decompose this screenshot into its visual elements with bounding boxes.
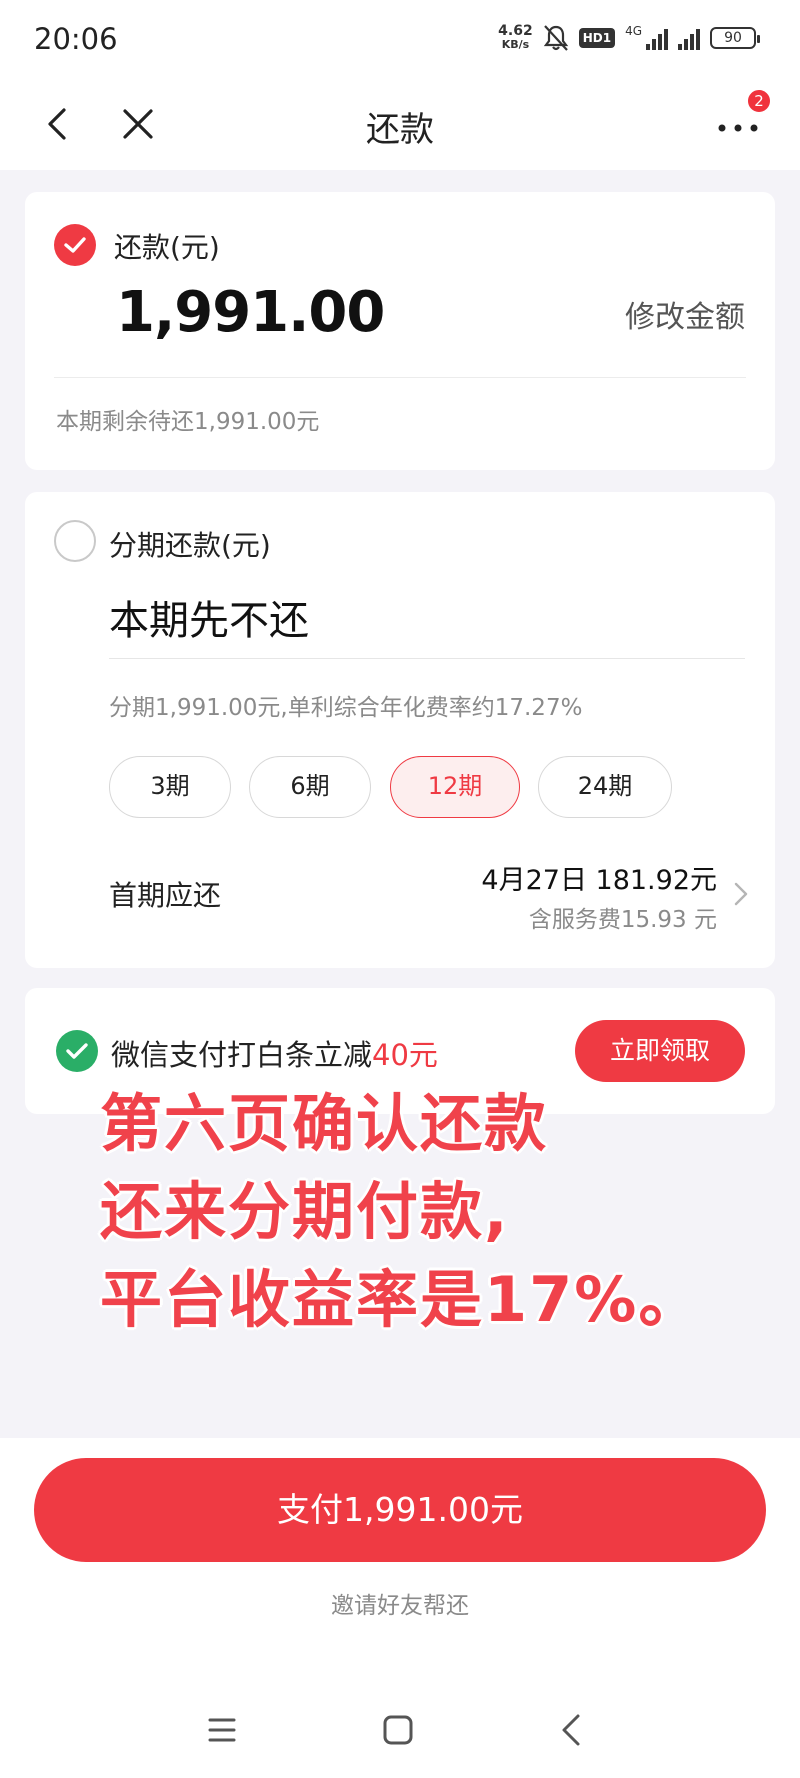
invite-friend-link[interactable]: 邀请好友帮还 (0, 1586, 800, 1620)
caption-line: 平台收益率是17%。 (100, 1263, 703, 1336)
check-icon (64, 237, 86, 253)
term-options: 3期 6期 12期 24期 (109, 756, 745, 818)
battery-icon: 90 (710, 27, 760, 49)
installment-label: 分期还款(元) (109, 529, 271, 562)
first-payment-label: 首期应还 (109, 879, 222, 912)
repay-amount: 1,991.00 (116, 280, 385, 345)
wechat-pay-icon (56, 1030, 98, 1072)
repay-radio-checked[interactable] (54, 224, 96, 266)
caption-line: 还来分期付款, (100, 1175, 510, 1248)
chevron-right-icon[interactable] (733, 880, 749, 908)
term-option-12-selected[interactable]: 12期 (390, 756, 520, 818)
modify-amount-link[interactable]: 修改金额 (625, 292, 745, 336)
system-back-icon[interactable] (552, 1710, 592, 1750)
service-fee-text: 含服务费15.93 元 (528, 907, 717, 933)
rate-text: 分期1,991.00元,单利综合年化费率约17.27% (109, 695, 583, 721)
first-payment-amount[interactable]: 4月27日 181.92元 (481, 858, 717, 897)
status-bar: 20:06 4.62 KB/s HD1 4G 90 (0, 0, 800, 80)
term-option-24[interactable]: 24期 (538, 756, 672, 818)
signal-icon (646, 26, 668, 50)
term-option-6[interactable]: 6期 (249, 756, 371, 818)
system-nav-bar (0, 1700, 800, 1760)
network-speed: 4.62 KB/s (498, 23, 533, 51)
overlay-caption: 第六页确认还款 还来分期付款, 平台收益率是17%。 (100, 1080, 780, 1344)
bell-muted-icon (543, 25, 568, 51)
page-title: 还款 (366, 110, 434, 150)
hd-badge: HD1 (578, 28, 616, 48)
promo-discount: 40元 (372, 1038, 438, 1072)
divider (109, 658, 745, 659)
repay-card[interactable]: 还款(元) 1,991.00 修改金额 本期剩余待还1,991.00元 (25, 192, 775, 470)
term-option-3[interactable]: 3期 (109, 756, 231, 818)
defer-text: 本期先不还 (109, 598, 309, 644)
bottom-bar: 支付1,991.00元 邀请好友帮还 (0, 1438, 800, 1778)
claim-button[interactable]: 立即领取 (575, 1020, 745, 1082)
menu-icon[interactable] (202, 1710, 242, 1750)
status-icons: 4.62 KB/s HD1 4G 90 (498, 23, 760, 52)
network-type: 4G (625, 24, 642, 38)
installment-card[interactable]: 分期还款(元) 本期先不还 分期1,991.00元,单利综合年化费率约17.27… (25, 492, 775, 968)
repay-label: 还款(元) (114, 231, 220, 264)
status-time: 20:06 (34, 22, 118, 56)
nav-bar: 还款 2 (0, 80, 800, 170)
remaining-due-text: 本期剩余待还1,991.00元 (56, 409, 320, 435)
caption-line: 第六页确认还款 (100, 1087, 549, 1160)
home-icon[interactable] (378, 1710, 418, 1750)
pay-button[interactable]: 支付1,991.00元 (34, 1458, 766, 1562)
divider (54, 377, 746, 378)
installment-radio-unchecked[interactable] (54, 520, 96, 562)
promo-text: 微信支付打白条立减40元 (111, 1038, 438, 1072)
signal-icon-2 (678, 26, 700, 50)
notification-badge: 2 (746, 88, 772, 114)
